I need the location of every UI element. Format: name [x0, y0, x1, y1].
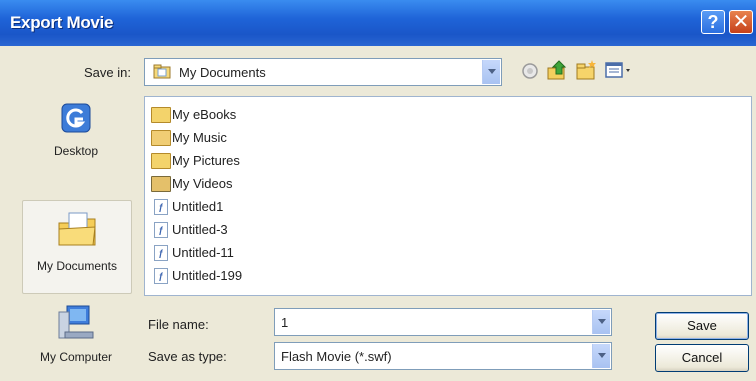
list-item-label: Untitled-3 [172, 222, 228, 237]
up-folder-icon[interactable] [545, 58, 569, 82]
file-name-value: 1 [281, 315, 289, 330]
save-as-type-label: Save as type: [148, 349, 227, 364]
file-list[interactable]: My eBooks My Music My Pictures My Videos… [144, 96, 752, 296]
close-button[interactable]: ✕ [729, 10, 753, 34]
list-item-label: Untitled1 [172, 199, 224, 214]
help-button[interactable]: ? [701, 10, 725, 34]
file-name-label: File name: [148, 317, 209, 332]
save-in-value: My Documents [179, 65, 266, 80]
my-documents-folder-icon [58, 212, 96, 246]
place-my-documents-label: My Documents [36, 259, 118, 273]
my-documents-icon [153, 64, 171, 79]
folder-icon [151, 106, 171, 123]
fla-file-icon: ƒ [154, 221, 168, 238]
chevron-down-icon[interactable] [482, 60, 500, 84]
save-in-dropdown[interactable]: My Documents [144, 58, 502, 86]
list-item[interactable]: ƒ Untitled-3 [151, 218, 228, 241]
list-item[interactable]: ƒ Untitled-199 [151, 264, 242, 287]
videos-folder-icon [151, 175, 171, 192]
cancel-button[interactable]: Cancel [655, 344, 749, 372]
place-desktop-label: Desktop [53, 144, 99, 158]
place-my-computer[interactable]: My Computer [22, 302, 130, 374]
save-button[interactable]: Save [655, 312, 749, 340]
my-computer-icon [58, 305, 94, 339]
music-folder-icon [151, 129, 171, 146]
place-my-computer-label: My Computer [39, 350, 113, 364]
desktop-icon [61, 103, 91, 133]
save-as-type-dropdown[interactable]: Flash Movie (*.swf) [274, 342, 612, 370]
places-bar: Desktop My Documents My Computer [18, 90, 134, 376]
list-item-label: Untitled-199 [172, 268, 243, 283]
save-in-label: Save in: [84, 65, 131, 80]
title-bar[interactable]: Export Movie ? ✕ [0, 0, 756, 46]
list-item[interactable]: ƒ Untitled1 [151, 195, 223, 218]
list-item[interactable]: ƒ Untitled-11 [151, 241, 234, 264]
list-item-label: My Music [172, 130, 227, 145]
file-name-input[interactable]: 1 [274, 308, 612, 336]
list-item[interactable]: My Pictures [151, 149, 240, 172]
new-folder-icon[interactable] [574, 58, 598, 82]
back-icon[interactable] [518, 58, 542, 82]
list-item-label: My eBooks [172, 107, 237, 122]
window-title: Export Movie [10, 13, 114, 32]
place-my-documents[interactable]: My Documents [22, 200, 132, 294]
place-desktop[interactable]: Desktop [22, 100, 130, 184]
fla-file-icon: ƒ [154, 198, 168, 215]
save-as-type-value: Flash Movie (*.swf) [281, 349, 392, 364]
list-item[interactable]: My Music [151, 126, 227, 149]
list-item-label: My Pictures [172, 153, 240, 168]
list-item-label: Untitled-11 [172, 245, 234, 260]
chevron-down-icon[interactable] [592, 344, 610, 368]
chevron-down-icon[interactable] [592, 310, 610, 334]
fla-file-icon: ƒ [154, 267, 168, 284]
pictures-folder-icon [151, 152, 171, 169]
list-item[interactable]: My eBooks [151, 103, 236, 126]
list-item-label: My Videos [172, 176, 233, 191]
fla-file-icon: ƒ [154, 244, 168, 261]
list-item[interactable]: My Videos [151, 172, 232, 195]
export-movie-dialog: Export Movie ? ✕ Save in: My Documents D… [0, 0, 756, 381]
view-menu-icon[interactable] [603, 58, 633, 82]
